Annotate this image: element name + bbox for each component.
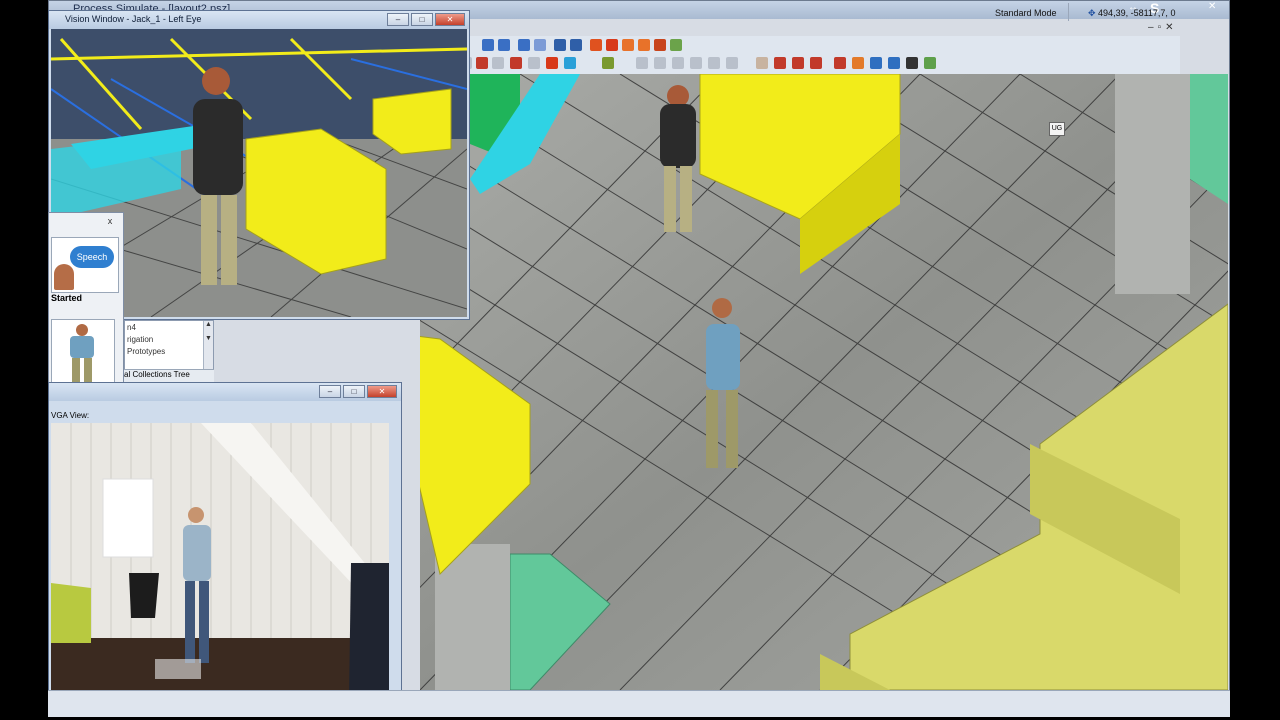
vga-close-button[interactable]: ✕ [367, 385, 397, 398]
mdi-restore-button[interactable]: ▫ [1158, 22, 1162, 33]
avatar-body-icon [70, 336, 94, 358]
tree-item[interactable]: Prototypes [127, 347, 165, 356]
render-wire-icon[interactable] [622, 39, 634, 51]
human-lift-icon[interactable] [852, 57, 864, 69]
human-task-panel: x Speech Started [48, 212, 124, 388]
measure-icon[interactable] [672, 57, 684, 69]
undo-icon[interactable] [528, 57, 540, 69]
status-bar [48, 690, 1230, 717]
fit-icon[interactable] [554, 39, 566, 51]
coordinate-icon: ✥ [1088, 8, 1099, 18]
status-mode: Standard Mode [995, 8, 1057, 18]
select-icon[interactable] [756, 57, 768, 69]
attach-icon[interactable] [546, 57, 558, 69]
move-icon[interactable] [564, 57, 576, 69]
human-line-icon[interactable] [906, 57, 918, 69]
avatar-card[interactable] [51, 319, 115, 387]
snap-icon[interactable] [690, 57, 702, 69]
human-reach-icon[interactable] [792, 57, 804, 69]
avatar-leg-icon [72, 358, 80, 384]
render-shaded-icon[interactable] [606, 39, 618, 51]
render-solid-icon[interactable] [590, 39, 602, 51]
refresh-icon[interactable] [498, 39, 510, 51]
status-separator [1068, 3, 1069, 21]
tree-item[interactable]: n4 [127, 323, 136, 332]
mdi-close-button[interactable]: ✕ [1165, 22, 1173, 33]
human-analysis-icon[interactable] [924, 57, 936, 69]
factory-scene [420, 74, 1228, 690]
avatar-head-icon [76, 324, 88, 336]
speech-avatar-icon [54, 264, 74, 290]
vga-view-label: VGA View: [51, 411, 90, 420]
text-tool-icon[interactable] [654, 57, 666, 69]
started-label: Started [51, 293, 83, 303]
render-outline-icon[interactable] [638, 39, 650, 51]
avatar-leg-icon [84, 358, 92, 384]
black-border-right [1228, 0, 1280, 720]
vision-close-button[interactable]: ✕ [435, 13, 465, 26]
tree-item[interactable]: rigation [127, 335, 153, 344]
pillar [1115, 74, 1190, 294]
graphic-viewer-3d[interactable] [420, 74, 1228, 690]
mdi-minimize-button[interactable]: – [1148, 22, 1154, 33]
vga-view-window: – □ ✕ VGA View: [48, 382, 402, 716]
human-task-icon[interactable] [888, 57, 900, 69]
zoom-in-icon[interactable] [518, 39, 530, 51]
zoom-out-icon[interactable] [534, 39, 546, 51]
side-panel-close-button[interactable]: x [103, 215, 117, 227]
grid-icon[interactable] [708, 57, 720, 69]
copy-icon[interactable] [492, 57, 504, 69]
toolbar-modeling [420, 54, 1180, 75]
vision-maximize-button[interactable]: □ [411, 13, 433, 26]
human-posture-icon[interactable] [774, 57, 786, 69]
options-icon[interactable] [670, 39, 682, 51]
toolbar-view [420, 36, 1180, 55]
zoom-icon[interactable] [482, 39, 494, 51]
label-icon[interactable] [726, 57, 738, 69]
vga-camera-feed [51, 423, 389, 699]
speech-card[interactable]: Speech [51, 237, 119, 293]
status-coordinates: ✥ 494,39, -58117,7, 0 [1088, 8, 1175, 19]
human-grasp-icon[interactable] [834, 57, 846, 69]
vga-maximize-button[interactable]: □ [343, 385, 365, 398]
coordinate-value: 494,39, -58117,7, 0 [1098, 8, 1176, 18]
render-mode-icon[interactable] [654, 39, 666, 51]
black-border-left [0, 0, 48, 720]
cut-icon[interactable] [510, 57, 522, 69]
vga-window-titlebar[interactable]: – □ ✕ [49, 383, 401, 401]
delete-icon[interactable] [476, 57, 488, 69]
align-icon[interactable] [636, 57, 648, 69]
vision-window-titlebar[interactable]: Vision Window - Jack_1 - Left Eye – □ ✕ [49, 11, 469, 29]
camera-image [51, 423, 389, 699]
placement-icon[interactable] [602, 57, 614, 69]
vga-minimize-button[interactable]: – [319, 385, 341, 398]
human-view-icon[interactable] [870, 57, 882, 69]
ug-label: UG [1049, 122, 1065, 136]
vision-window-title: Vision Window - Jack_1 - Left Eye [65, 14, 202, 24]
app-close-button[interactable]: ✕ [1208, 1, 1228, 15]
human-walk-icon[interactable] [810, 57, 822, 69]
pan-icon[interactable] [570, 39, 582, 51]
vision-minimize-button[interactable]: – [387, 13, 409, 26]
mdi-window-controls: – ▫ ✕ [1148, 22, 1174, 33]
speech-bubble: Speech [70, 246, 114, 268]
